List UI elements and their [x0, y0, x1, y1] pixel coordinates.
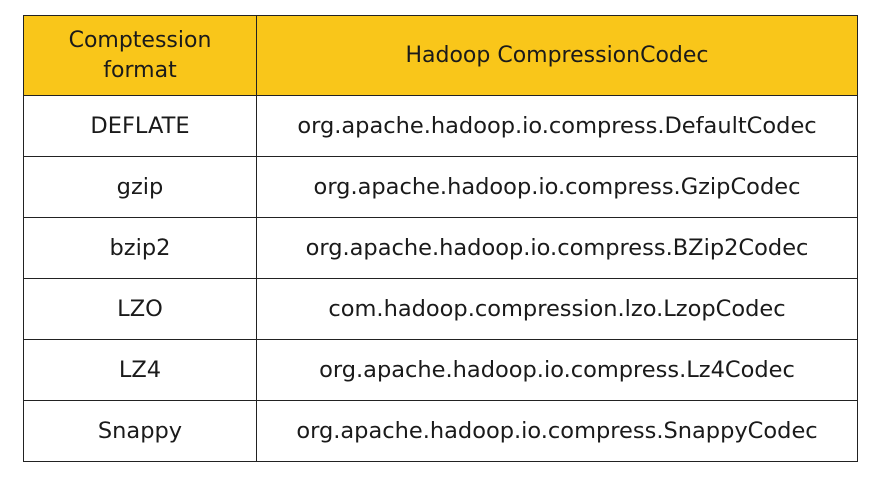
- header-hadoop-codec: Hadoop CompressionCodec: [256, 15, 858, 96]
- codec-cell: com.hadoop.compression.lzo.LzopCodec: [256, 278, 858, 340]
- table-row: gzip org.apache.hadoop.io.compress.GzipC…: [23, 156, 858, 218]
- header-compression-format: Comptession format: [23, 15, 257, 96]
- format-cell: bzip2: [23, 217, 257, 279]
- format-cell: LZO: [23, 278, 257, 340]
- codec-cell: org.apache.hadoop.io.compress.SnappyCode…: [256, 400, 858, 462]
- codec-cell: org.apache.hadoop.io.compress.BZip2Codec: [256, 217, 858, 279]
- format-cell: LZ4: [23, 339, 257, 401]
- format-cell: DEFLATE: [23, 95, 257, 157]
- codec-cell: org.apache.hadoop.io.compress.Lz4Codec: [256, 339, 858, 401]
- table-header: Comptession format Hadoop CompressionCod…: [23, 15, 858, 96]
- format-cell: gzip: [23, 156, 257, 218]
- table-row: bzip2 org.apache.hadoop.io.compress.BZip…: [23, 217, 858, 279]
- header-row: Comptession format Hadoop CompressionCod…: [23, 15, 858, 96]
- codec-cell: org.apache.hadoop.io.compress.GzipCodec: [256, 156, 858, 218]
- format-cell: Snappy: [23, 400, 257, 462]
- compression-codec-table: Comptession format Hadoop CompressionCod…: [23, 15, 858, 462]
- table-body: DEFLATE org.apache.hadoop.io.compress.De…: [23, 95, 858, 462]
- table-row: DEFLATE org.apache.hadoop.io.compress.De…: [23, 95, 858, 157]
- codec-cell: org.apache.hadoop.io.compress.DefaultCod…: [256, 95, 858, 157]
- table-row: LZO com.hadoop.compression.lzo.LzopCodec: [23, 278, 858, 340]
- table-row: LZ4 org.apache.hadoop.io.compress.Lz4Cod…: [23, 339, 858, 401]
- table-row: Snappy org.apache.hadoop.io.compress.Sna…: [23, 400, 858, 462]
